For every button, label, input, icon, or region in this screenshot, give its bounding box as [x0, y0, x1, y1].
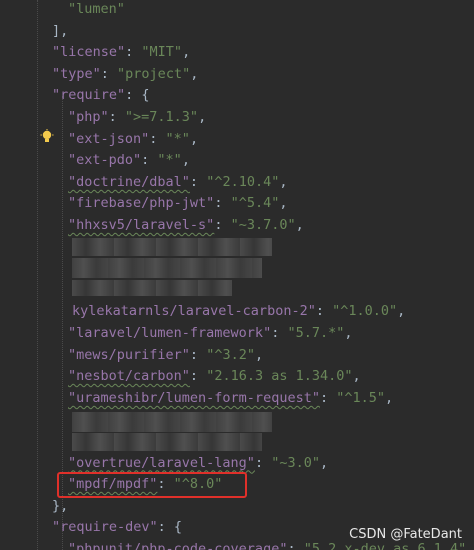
json-string: "~3.7.0" — [230, 217, 296, 233]
code-line[interactable]: "nesbot/carbon": "2.16.3 as 1.34.0", — [68, 365, 361, 387]
code-line[interactable]: "ext-pdo": "*", — [68, 149, 190, 171]
code-line[interactable]: "firebase/php-jwt": "^5.4", — [68, 192, 288, 214]
redacted-area — [72, 433, 262, 451]
json-key: "ext-json" — [68, 130, 150, 147]
code-line[interactable]: "urameshibr/lumen-form-request": "^1.5", — [68, 387, 393, 409]
json-punctuation: , — [254, 346, 264, 363]
code-line[interactable]: "mews/purifier": "^3.2", — [68, 344, 263, 366]
code-line[interactable]: "laravel/lumen-framework": "5.7.*", — [68, 322, 353, 344]
json-punctuation: : — [254, 454, 272, 471]
json-key: "require-dev" — [52, 519, 158, 536]
json-key: "php" — [68, 109, 109, 125]
json-string: "5.7.*" — [287, 325, 345, 341]
json-punctuation: : — [214, 217, 231, 233]
json-string: "^2.10.4" — [206, 173, 280, 190]
code-line[interactable]: "type": "project", — [52, 63, 198, 85]
json-punctuation: : — [189, 346, 207, 363]
json-string: "MIT" — [141, 44, 183, 61]
json-key: "doctrine/dbal" — [68, 173, 190, 190]
lightbulb-icon[interactable] — [40, 129, 54, 145]
code-line[interactable]: "php": ">=7.1.3", — [68, 106, 206, 128]
json-key: "urameshibr/lumen-form-request" — [68, 389, 320, 406]
json-punctuation: , — [352, 368, 361, 385]
redacted-area — [72, 238, 272, 256]
json-punctuation: : — [125, 44, 142, 61]
json-punctuation: , — [397, 303, 406, 320]
code-line[interactable]: "require": { — [52, 84, 150, 106]
json-key: "ext-pdo" — [68, 152, 142, 169]
json-string: "*" — [165, 130, 190, 147]
json-string: "^1.0.0" — [332, 303, 398, 320]
json-punctuation: : — [189, 368, 207, 385]
code-line[interactable]: "doctrine/dbal": "^2.10.4", — [68, 171, 287, 193]
json-punctuation: : — [214, 195, 231, 212]
json-key: "hhxsv5/laravel-s" — [68, 217, 215, 233]
json-punctuation: , — [344, 325, 353, 341]
json-string: "^1.5" — [336, 389, 386, 406]
code-line[interactable]: kylekatarnls/laravel-carbon-2": "^1.0.0"… — [72, 300, 405, 322]
indent-guide — [37, 0, 38, 550]
json-string: "lumen" — [68, 1, 125, 17]
json-key: "phpunit/php-code-coverage" — [68, 541, 288, 550]
json-key: "type" — [52, 65, 101, 82]
json-key: "nesbot/carbon" — [68, 368, 190, 385]
code-line[interactable]: "hhxsv5/laravel-s": "~3.7.0", — [68, 214, 304, 236]
json-punctuation: : — [141, 152, 158, 169]
json-punctuation: , — [279, 173, 288, 190]
redacted-area — [72, 280, 232, 296]
json-punctuation: , — [189, 130, 199, 147]
json-key: "license" — [52, 44, 126, 61]
json-punctuation: : { — [157, 519, 183, 536]
json-punctuation: , — [181, 152, 190, 169]
json-punctuation: }, — [52, 497, 69, 514]
code-line[interactable]: "require-dev": { — [52, 516, 182, 538]
json-punctuation: , — [190, 65, 199, 82]
json-string: ">=7.1.3" — [124, 109, 199, 125]
json-key: "laravel/lumen-framework" — [68, 325, 272, 341]
json-key: kylekatarnls/laravel-carbon-2" — [72, 303, 316, 320]
json-string: "^3.2" — [206, 346, 255, 363]
json-punctuation: , — [295, 217, 304, 233]
json-key: "mews/purifier" — [68, 346, 190, 363]
code-line[interactable]: ], — [52, 20, 68, 42]
redacted-area — [72, 258, 262, 278]
code-line[interactable]: "license": "MIT", — [52, 41, 190, 63]
highlight-box — [57, 472, 247, 498]
json-punctuation: : — [149, 130, 166, 147]
json-string: "^5.4" — [230, 195, 280, 212]
json-punctuation: : — [287, 541, 304, 550]
code-line[interactable]: "ext-json": "*", — [68, 128, 198, 150]
json-punctuation: , — [385, 389, 394, 406]
json-punctuation: , — [182, 44, 191, 61]
json-punctuation: : — [319, 389, 337, 406]
json-key: "overtrue/laravel-lang" — [68, 454, 255, 471]
json-punctuation: , — [279, 195, 288, 212]
code-line[interactable]: "overtrue/laravel-lang": "~3.0", — [68, 452, 328, 474]
code-line[interactable]: }, — [52, 495, 68, 517]
json-punctuation: : — [271, 325, 288, 341]
watermark: CSDN @FateDant — [349, 527, 462, 542]
code-line[interactable]: "lumen" — [68, 0, 125, 20]
json-punctuation: , — [198, 109, 207, 125]
json-key: "firebase/php-jwt" — [68, 195, 215, 212]
redacted-area — [72, 412, 272, 432]
code-editor[interactable]: "lumen"], "license": "MIT", "type": "proje… — [0, 0, 474, 550]
json-punctuation: ], — [52, 22, 69, 39]
json-key: "require" — [52, 87, 126, 104]
json-string: "*" — [157, 152, 182, 169]
json-punctuation: : — [315, 303, 333, 320]
json-string: "project" — [117, 65, 191, 82]
json-punctuation: : — [189, 173, 207, 190]
json-string: "5.2.x-dev as 6.1.4" — [303, 541, 467, 550]
json-punctuation: : — [108, 109, 125, 125]
json-punctuation: , — [319, 454, 329, 471]
json-punctuation: : — [100, 65, 118, 82]
json-string: "~3.0" — [271, 454, 320, 471]
json-string: "2.16.3 as 1.34.0" — [206, 368, 353, 385]
json-punctuation: : { — [125, 87, 150, 104]
